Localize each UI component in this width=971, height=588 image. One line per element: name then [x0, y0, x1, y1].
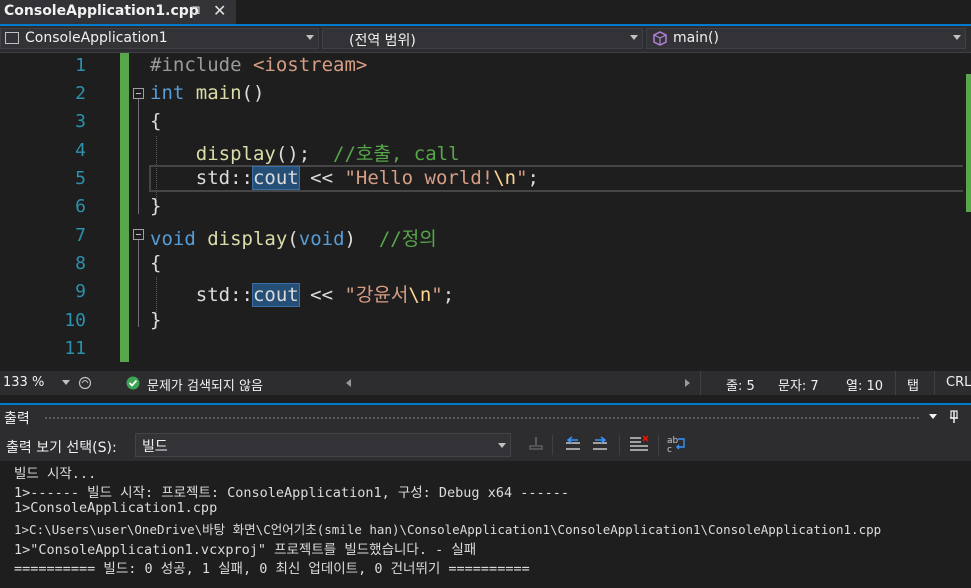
navigation-bar: ConsoleApplication1 (전역 범위) main() [0, 26, 971, 53]
scope-dropdown[interactable]: (전역 범위) [322, 28, 643, 49]
code-editor[interactable]: 1 2 3 4 5 6 7 8 9 10 11 [0, 53, 971, 371]
collapse-display-icon[interactable] [133, 229, 144, 240]
code-line-2[interactable]: int main() [150, 82, 264, 104]
tab-mode-indicator[interactable]: 탭 [907, 375, 919, 394]
output-title: 출력 [4, 411, 30, 427]
column-indicator[interactable]: 열: 10 [846, 375, 883, 394]
outline-line [138, 240, 139, 327]
divider [934, 371, 935, 395]
chevron-down-icon [498, 443, 506, 448]
editor-status-bar: 133 % 문제가 검색되지 않음 줄: 5 문자: 7 열: 10 탭 CRL [0, 371, 971, 395]
line-number: 10 [64, 310, 86, 331]
health-icon[interactable] [78, 375, 92, 391]
chevron-down-icon [306, 35, 314, 40]
zoom-level[interactable]: 133 % [3, 375, 44, 390]
divider [895, 371, 896, 395]
divider [552, 435, 553, 455]
output-source-label: 출력 보기 선택(S): [6, 440, 117, 456]
line-indicator[interactable]: 줄: 5 [726, 375, 755, 394]
divider [619, 435, 620, 455]
code-line-7[interactable]: void display(void) //정의 [150, 224, 437, 251]
next-message-icon[interactable] [590, 435, 610, 453]
line-number: 2 [75, 83, 86, 104]
output-source-value: 빌드 [142, 439, 168, 455]
member-name: main() [673, 30, 719, 46]
code-line-4[interactable]: display(); //호출, call [150, 139, 460, 166]
code-line-8[interactable]: { [150, 252, 161, 274]
line-number: 5 [75, 168, 86, 189]
line-number: 9 [75, 281, 86, 302]
panel-dropdown-icon[interactable] [929, 414, 937, 419]
scroll-right-icon[interactable] [685, 379, 690, 387]
output-line: 1>ConsoleApplication1.cpp [14, 500, 218, 516]
member-cube-icon [653, 31, 667, 46]
divider [658, 435, 659, 455]
code-line-1[interactable]: #include <iostream> [150, 54, 367, 76]
line-number: 4 [75, 140, 86, 161]
line-number: 6 [75, 196, 86, 217]
close-icon[interactable]: ✕ [213, 1, 226, 20]
clear-icon[interactable] [527, 435, 545, 453]
chevron-down-icon [630, 35, 638, 40]
line-number: 1 [75, 55, 86, 76]
output-text-area[interactable]: 빌드 시작... 1>------ 빌드 시작: 프로젝트: ConsoleAp… [0, 461, 971, 588]
line-number: 7 [75, 225, 86, 246]
collapse-main-icon[interactable] [133, 88, 144, 99]
code-line-5[interactable]: std::cout << "Hello world!\n"; [150, 166, 539, 190]
divider [700, 371, 701, 395]
output-source-dropdown[interactable]: 빌드 [135, 433, 511, 457]
char-indicator[interactable]: 문자: 7 [778, 375, 819, 394]
output-line: 1>C:\Users\user\OneDrive\바탕 화면\C언어기초(smi… [14, 522, 882, 537]
line-ending-indicator[interactable]: CRL [946, 375, 971, 390]
cpp-file-icon [5, 32, 19, 44]
member-dropdown[interactable]: main() [646, 28, 966, 49]
line-number: 3 [75, 111, 86, 132]
code-line-6[interactable]: } [150, 195, 161, 217]
output-line: 빌드 시작... [14, 466, 97, 482]
pin-icon[interactable]: ⊐ [190, 3, 201, 18]
issues-status[interactable]: 문제가 검색되지 않음 [147, 375, 263, 394]
document-tab-strip: ConsoleApplication1.cpp ⊐ ✕ [0, 0, 971, 24]
code-line-10[interactable]: } [150, 309, 161, 331]
clear-all-icon[interactable] [628, 434, 650, 454]
output-line: 1>------ 빌드 시작: 프로젝트: ConsoleApplication… [14, 485, 569, 501]
output-toolbar: 출력 보기 선택(S): 빌드 ab c [0, 429, 971, 461]
word-wrap-icon[interactable]: ab c [666, 434, 688, 454]
project-name: ConsoleApplication1 [25, 30, 168, 46]
chevron-down-icon [953, 35, 961, 40]
output-line: ========== 빌드: 0 성공, 1 실패, 0 최신 업데이트, 0 … [14, 561, 530, 577]
output-line: 1>"ConsoleApplication1.vcxproj" 프로젝트를 빌드… [14, 542, 477, 558]
pin-icon[interactable] [948, 409, 960, 425]
drag-grip[interactable] [44, 416, 919, 420]
check-circle-icon [126, 376, 140, 390]
tab-title: ConsoleApplication1.cpp [4, 3, 199, 19]
prev-message-icon[interactable] [563, 435, 583, 453]
svg-text:c: c [667, 445, 672, 454]
scope-name: (전역 범위) [349, 33, 416, 49]
output-panel-header: 출력 [0, 403, 971, 429]
code-line-3[interactable]: { [150, 110, 161, 132]
change-tracking-bar [120, 53, 129, 362]
line-number: 11 [64, 338, 86, 359]
outline-line [138, 99, 139, 214]
line-number: 8 [75, 253, 86, 274]
chevron-down-icon[interactable] [62, 380, 70, 385]
code-line-9[interactable]: std::cout << "강윤서\n"; [150, 280, 454, 307]
scrollbar-change-marker [966, 74, 971, 212]
scroll-left-icon[interactable] [346, 379, 351, 387]
document-tab[interactable]: ConsoleApplication1.cpp ⊐ ✕ [0, 0, 236, 24]
project-dropdown[interactable]: ConsoleApplication1 [0, 28, 319, 49]
